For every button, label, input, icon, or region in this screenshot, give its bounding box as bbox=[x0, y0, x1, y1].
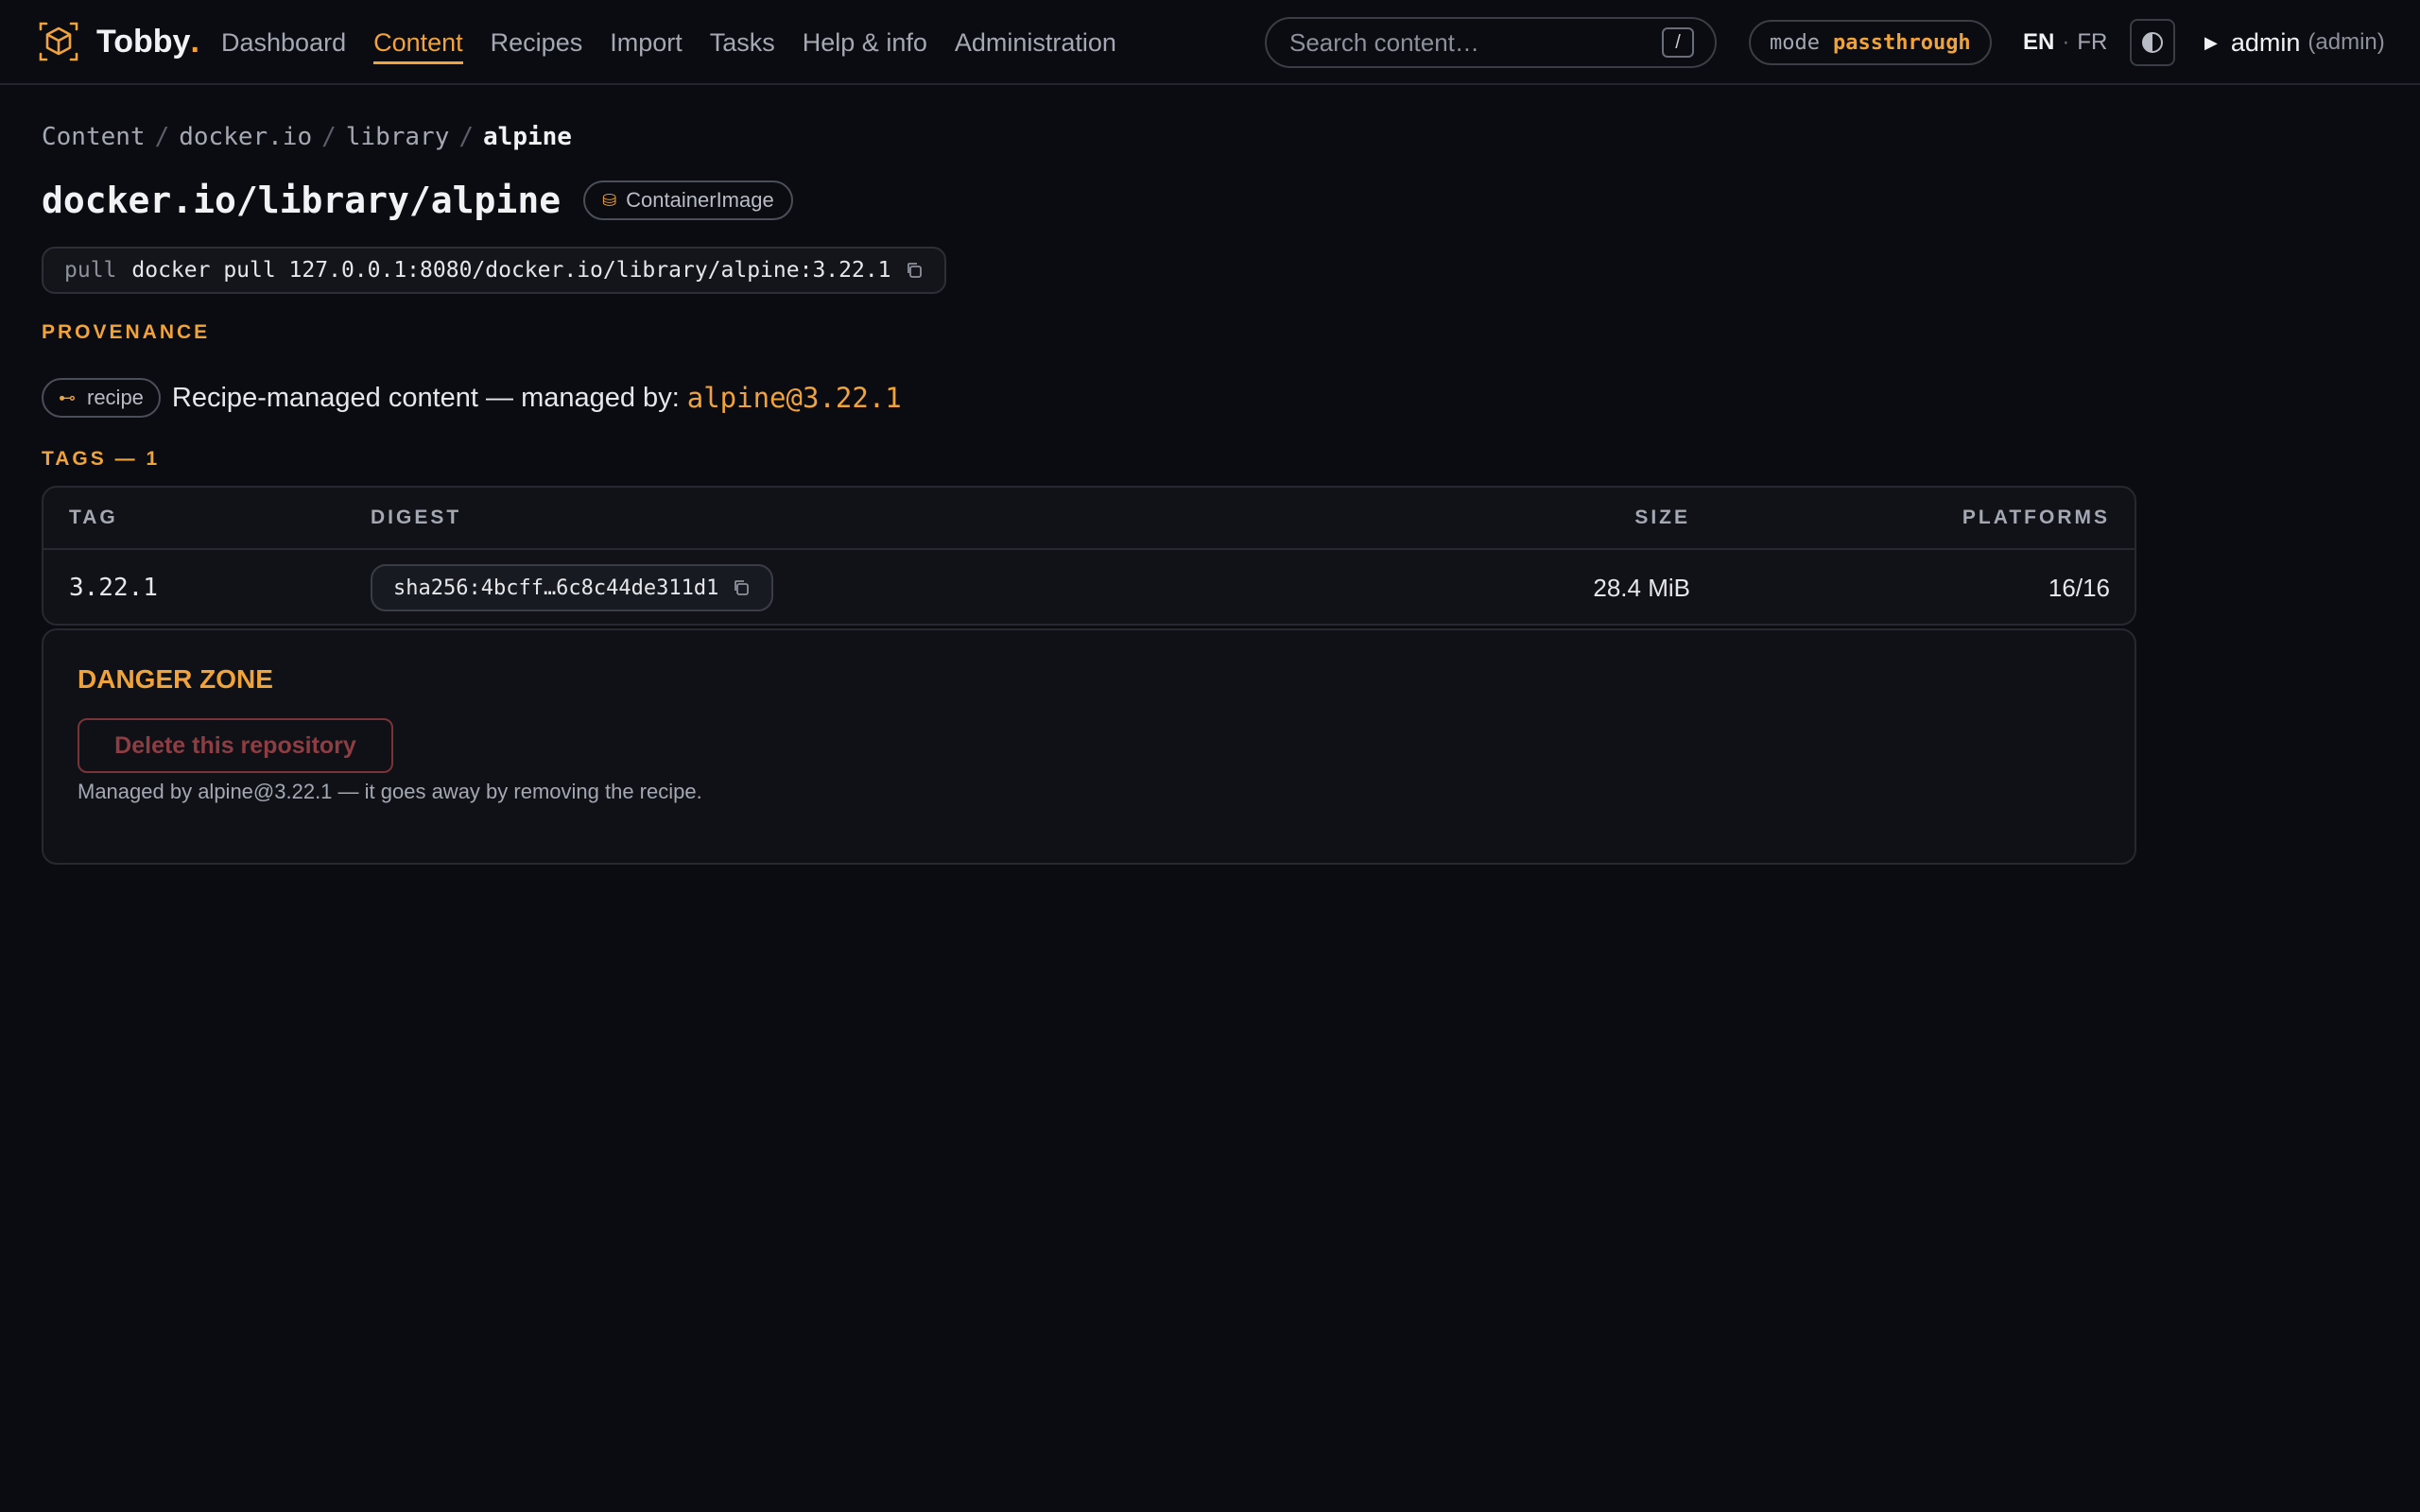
provenance-row: ⊷ recipe Recipe-managed content — manage… bbox=[42, 378, 902, 418]
provenance-recipe-link[interactable]: alpine@3.22.1 bbox=[687, 382, 902, 414]
breadcrumb-current: alpine bbox=[483, 123, 572, 151]
nav-content[interactable]: Content bbox=[373, 0, 463, 85]
cube-logo-icon bbox=[39, 22, 78, 61]
delete-repository-button[interactable]: Delete this repository bbox=[78, 718, 393, 773]
main-nav: Dashboard Content Recipes Import Tasks H… bbox=[221, 0, 1144, 85]
caret-right-icon: ▶ bbox=[2204, 32, 2218, 52]
breadcrumb-library[interactable]: library bbox=[346, 123, 450, 151]
tag-cell: 3.22.1 bbox=[69, 574, 158, 602]
nav-import[interactable]: Import bbox=[610, 0, 683, 85]
mode-value: passthrough bbox=[1832, 30, 1971, 55]
breadcrumb: Content / docker.io / library / alpine bbox=[42, 123, 572, 151]
user-name: admin bbox=[2230, 27, 2301, 57]
brand[interactable]: Tobby. bbox=[38, 21, 199, 62]
recipe-badge: ⊷ recipe bbox=[42, 378, 161, 418]
theme-toggle-button[interactable] bbox=[2130, 19, 2175, 66]
brand-dot: . bbox=[190, 23, 199, 60]
nav-tasks[interactable]: Tasks bbox=[710, 0, 775, 85]
mode-indicator: mode passthrough bbox=[1749, 20, 1992, 65]
page-title: docker.io/library/alpine bbox=[42, 180, 562, 221]
pull-command: docker pull 127.0.0.1:8080/docker.io/lib… bbox=[131, 258, 891, 283]
provenance-heading: PROVENANCE bbox=[42, 321, 211, 343]
lang-en[interactable]: EN bbox=[2023, 29, 2054, 56]
breadcrumb-separator: / bbox=[458, 123, 475, 151]
database-icon: ⛁ bbox=[602, 190, 617, 210]
table-row[interactable]: 3.22.1 sha256:4bcff…6c8c44de311d1 28.4 M… bbox=[43, 550, 2135, 624]
type-badge: ⛁ ContainerImage bbox=[583, 180, 793, 220]
contrast-icon bbox=[2142, 32, 2163, 53]
column-header-size: SIZE bbox=[1634, 507, 1690, 528]
danger-zone-title: DANGER ZONE bbox=[78, 664, 273, 694]
copy-icon[interactable] bbox=[732, 578, 751, 597]
platforms-cell: 16/16 bbox=[2048, 573, 2110, 602]
recipe-badge-label: recipe bbox=[87, 386, 144, 409]
search-box: / bbox=[1265, 17, 1717, 68]
lang-fr[interactable]: FR bbox=[2077, 29, 2107, 56]
column-header-tag: TAG bbox=[69, 507, 118, 528]
provenance-text: Recipe-managed content — managed by: bbox=[171, 382, 680, 413]
danger-zone-note: Managed by alpine@3.22.1 — it goes away … bbox=[78, 780, 702, 803]
type-badge-label: ContainerImage bbox=[626, 188, 774, 212]
pull-label: pull bbox=[64, 258, 117, 283]
column-header-platforms: PLATFORMS bbox=[1962, 507, 2110, 528]
column-header-digest: DIGEST bbox=[371, 507, 462, 528]
danger-zone: DANGER ZONE Delete this repository Manag… bbox=[42, 628, 2136, 865]
breadcrumb-docker-io[interactable]: docker.io bbox=[179, 123, 312, 151]
title-row: docker.io/library/alpine ⛁ ContainerImag… bbox=[42, 180, 793, 221]
tags-heading: TAGS — 1 bbox=[42, 448, 161, 470]
mode-label: mode bbox=[1770, 30, 1820, 55]
nav-recipes[interactable]: Recipes bbox=[491, 0, 583, 85]
table-header: TAG DIGEST SIZE PLATFORMS bbox=[43, 488, 2135, 550]
digest-pill[interactable]: sha256:4bcff…6c8c44de311d1 bbox=[371, 564, 774, 611]
breadcrumb-separator: / bbox=[321, 123, 337, 151]
search-shortcut-key: / bbox=[1662, 27, 1694, 58]
language-switcher: EN · FR bbox=[2023, 0, 2107, 85]
size-cell: 28.4 MiB bbox=[1593, 573, 1690, 602]
copy-icon[interactable] bbox=[905, 261, 924, 280]
pull-command-box: pull docker pull 127.0.0.1:8080/docker.i… bbox=[42, 247, 946, 294]
lang-separator: · bbox=[2062, 29, 2070, 55]
user-menu[interactable]: ▶ admin (admin) bbox=[2204, 0, 2385, 85]
digest-value: sha256:4bcff…6c8c44de311d1 bbox=[393, 576, 719, 600]
user-role: (admin) bbox=[2308, 29, 2385, 55]
breadcrumb-content[interactable]: Content bbox=[42, 123, 146, 151]
search-input[interactable] bbox=[1288, 26, 1662, 59]
digest-cell: sha256:4bcff…6c8c44de311d1 bbox=[371, 550, 774, 624]
link-icon: ⊷ bbox=[59, 387, 76, 407]
nav-dashboard[interactable]: Dashboard bbox=[221, 0, 346, 85]
brand-name: Tobby bbox=[96, 23, 191, 60]
top-navbar: Tobby. Dashboard Content Recipes Import … bbox=[0, 0, 2420, 85]
breadcrumb-separator: / bbox=[154, 123, 170, 151]
nav-help-info[interactable]: Help & info bbox=[803, 0, 927, 85]
tags-table: TAG DIGEST SIZE PLATFORMS 3.22.1 sha256:… bbox=[42, 486, 2136, 626]
nav-administration[interactable]: Administration bbox=[955, 0, 1116, 85]
